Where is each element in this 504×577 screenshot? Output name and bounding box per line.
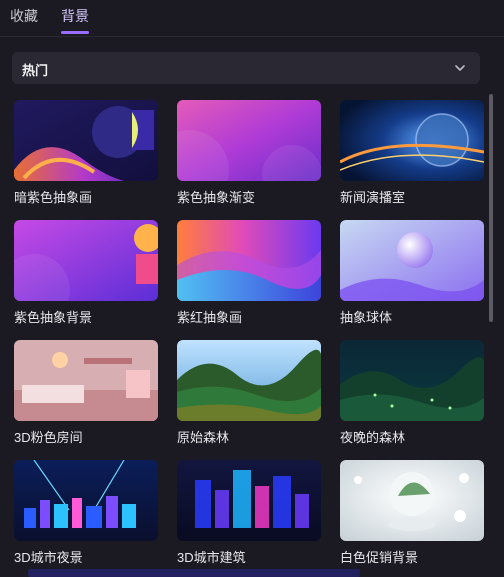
background-card-label: 暗紫色抽象画 — [14, 190, 93, 205]
background-card[interactable]: 紫色抽象渐变 — [177, 100, 321, 205]
background-grid: 暗紫色抽象画 紫色抽象渐变 新闻演播室 紫色抽象背景 紫红抽象画 抽象球体 3D… — [14, 100, 484, 570]
tab-favorites[interactable]: 收藏 — [10, 6, 38, 26]
bottom-highlight-bar — [28, 569, 360, 577]
background-card-label: 3D城市夜景 — [14, 550, 83, 565]
tab-background[interactable]: 背景 — [61, 6, 89, 26]
background-thumbnail — [177, 460, 321, 541]
background-card-label: 白色促销背景 — [340, 550, 419, 565]
top-tabs: 收藏 背景 — [0, 0, 504, 37]
background-card[interactable]: 暗紫色抽象画 — [14, 100, 158, 205]
background-card[interactable]: 原始森林 — [177, 340, 321, 445]
background-thumbnail — [340, 460, 484, 541]
background-thumbnail — [177, 100, 321, 181]
category-dropdown-label: 热门 — [22, 63, 49, 78]
background-card-label: 紫色抽象背景 — [14, 310, 93, 325]
background-card-label: 夜晚的森林 — [340, 430, 406, 445]
background-card-label: 新闻演播室 — [340, 190, 406, 205]
background-card[interactable]: 3D粉色房间 — [14, 340, 158, 445]
background-card-label: 抽象球体 — [340, 310, 393, 325]
background-thumbnail — [340, 220, 484, 301]
category-dropdown[interactable]: 热门 — [12, 52, 480, 84]
background-thumbnail — [177, 220, 321, 301]
background-thumbnail — [14, 460, 158, 541]
background-card-label: 3D城市建筑 — [177, 550, 246, 565]
background-card[interactable]: 紫红抽象画 — [177, 220, 321, 325]
background-thumbnail — [14, 220, 158, 301]
background-thumbnail — [177, 340, 321, 421]
background-thumbnail — [340, 100, 484, 181]
scrollbar[interactable] — [489, 94, 493, 322]
background-card[interactable]: 新闻演播室 — [340, 100, 484, 205]
background-card-label: 紫色抽象渐变 — [177, 190, 256, 205]
background-thumbnail — [14, 100, 158, 181]
background-card-label: 3D粉色房间 — [14, 430, 83, 445]
background-thumbnail — [340, 340, 484, 421]
chevron-down-icon — [455, 65, 465, 71]
background-card-label: 原始森林 — [177, 430, 230, 445]
background-card[interactable]: 紫色抽象背景 — [14, 220, 158, 325]
background-card[interactable]: 白色促销背景 — [340, 460, 484, 565]
background-thumbnail — [14, 340, 158, 421]
active-tab-indicator — [61, 31, 89, 34]
background-card[interactable]: 3D城市夜景 — [14, 460, 158, 565]
background-card-label: 紫红抽象画 — [177, 310, 243, 325]
background-card[interactable]: 夜晚的森林 — [340, 340, 484, 445]
background-card[interactable]: 抽象球体 — [340, 220, 484, 325]
background-card[interactable]: 3D城市建筑 — [177, 460, 321, 565]
